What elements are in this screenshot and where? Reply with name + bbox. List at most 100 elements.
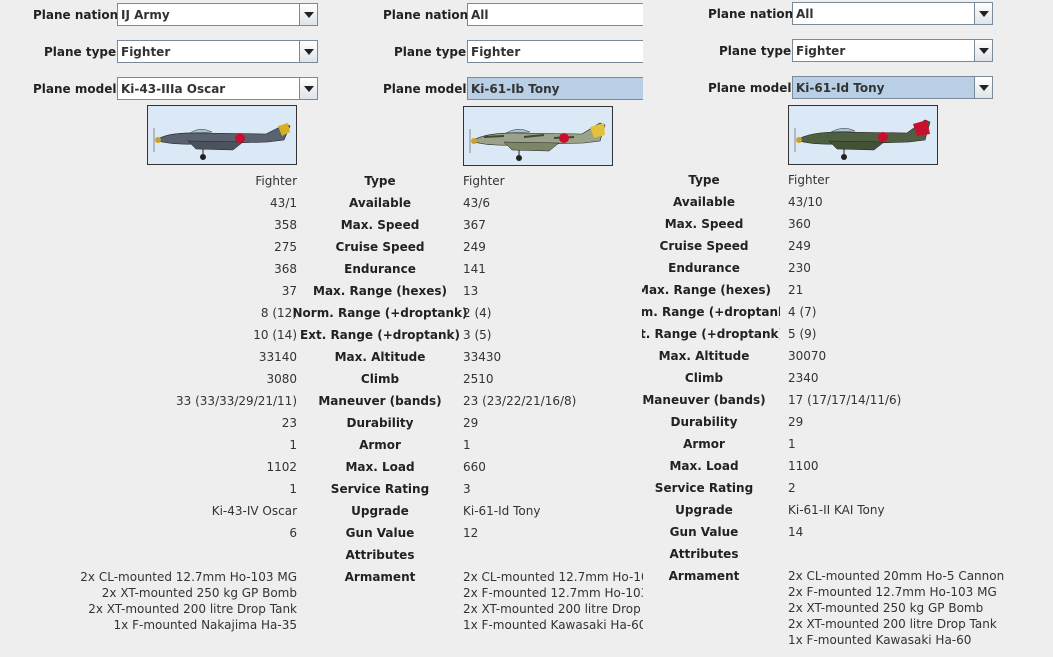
stat-value: 33430 bbox=[463, 350, 502, 364]
stat-value: 5 (9) bbox=[788, 327, 817, 341]
stat-value: 43/10 bbox=[788, 195, 823, 209]
armament-item: 2x CL-mounted 12.7mm Ho-103 MG bbox=[463, 570, 643, 584]
stat-label: Armament bbox=[668, 569, 740, 583]
stat-value: 1 bbox=[788, 437, 796, 451]
chevron-down-icon[interactable] bbox=[299, 78, 317, 99]
stat-label: Available bbox=[349, 196, 411, 210]
stat-value: 2510 bbox=[463, 372, 494, 386]
plane-nation-select-1[interactable]: IJ Army bbox=[117, 3, 318, 26]
armament-item: 2x CL-mounted 20mm Ho-5 Cannon bbox=[788, 569, 1005, 583]
stat-label: Max. Altitude bbox=[334, 350, 426, 364]
chevron-down-icon[interactable] bbox=[974, 40, 992, 61]
armament-item: 1x F-mounted Nakajima Ha-35 bbox=[113, 618, 297, 632]
stat-label: Max. Load bbox=[345, 460, 415, 474]
stat-value: 29 bbox=[463, 416, 479, 430]
stat-value: 29 bbox=[788, 415, 804, 429]
stat-label: Max. Speed bbox=[340, 218, 420, 232]
plane-type-select-1[interactable]: Fighter bbox=[117, 40, 318, 63]
chevron-down-icon[interactable] bbox=[974, 3, 992, 24]
stat-label: Norm. Range (+droptank) bbox=[642, 305, 780, 319]
stat-label: Durability bbox=[670, 415, 738, 429]
fighter-plane-icon bbox=[148, 106, 296, 164]
plane-model-value: Ki-43-IIIa Oscar bbox=[121, 82, 226, 96]
stat-value: 2340 bbox=[788, 371, 819, 385]
stat-label: Cruise Speed bbox=[659, 239, 749, 253]
plane-image-1 bbox=[147, 105, 297, 165]
stat-label: Armor bbox=[359, 438, 401, 452]
plane-model-select-3[interactable]: Ki-61-Id Tony bbox=[792, 76, 993, 99]
plane-type-label: Plane type: bbox=[44, 45, 121, 59]
stat-value: 43/6 bbox=[463, 196, 490, 210]
armament-item: 2x XT-mounted 250 kg GP Bomb bbox=[788, 601, 984, 615]
stat-value: 230 bbox=[788, 261, 811, 275]
chevron-down-icon[interactable] bbox=[299, 41, 317, 62]
stat-value: 2 bbox=[788, 481, 796, 495]
stat-label: Maneuver (bands) bbox=[318, 394, 442, 408]
fighter-plane-icon bbox=[464, 107, 612, 165]
stat-value: Fighter bbox=[463, 174, 505, 188]
stat-value: 1100 bbox=[788, 459, 819, 473]
plane-type-value: Fighter bbox=[796, 44, 846, 58]
plane-model-select-1[interactable]: Ki-43-IIIa Oscar bbox=[117, 77, 318, 100]
stat-value: 660 bbox=[463, 460, 486, 474]
stat-value: 23 (23/22/21/16/8) bbox=[463, 394, 577, 408]
plane-nation-value: IJ Army bbox=[121, 8, 170, 22]
stat-value: 141 bbox=[463, 262, 486, 276]
stat-value: Ki-43-IV Oscar bbox=[211, 504, 297, 518]
plane-nation-value: All bbox=[471, 8, 489, 22]
chevron-down-icon[interactable] bbox=[299, 4, 317, 25]
stat-value: 17 (17/17/14/11/6) bbox=[788, 393, 902, 407]
plane-type-value: Fighter bbox=[121, 45, 171, 59]
plane-type-select-2[interactable]: Fighter bbox=[467, 40, 643, 63]
plane-model-select-2[interactable]: Ki-61-Ib Tony bbox=[467, 77, 643, 100]
plane-model-value: Ki-61-Ib Tony bbox=[471, 82, 560, 96]
stat-label: Maneuver (bands) bbox=[642, 393, 766, 407]
stat-label: Climb bbox=[360, 372, 400, 386]
plane-type-select-3[interactable]: Fighter bbox=[792, 39, 993, 62]
stat-label: Armor bbox=[683, 437, 725, 451]
stat-label: Upgrade bbox=[351, 504, 409, 518]
stat-value: 13 bbox=[463, 284, 479, 298]
stat-label: Cruise Speed bbox=[335, 240, 425, 254]
stat-label: Norm. Range (+droptank) bbox=[292, 306, 468, 320]
stat-label: Durability bbox=[346, 416, 414, 430]
stat-value: 249 bbox=[788, 239, 811, 253]
plane-image-3 bbox=[788, 105, 938, 165]
stat-label: Gun Value bbox=[345, 526, 415, 540]
armament-item: 2x XT-mounted 200 litre Drop Tank bbox=[788, 617, 997, 631]
plane-nation-select-3[interactable]: All bbox=[792, 2, 993, 25]
stat-label: Climb bbox=[684, 371, 724, 385]
fighter-plane-icon bbox=[789, 106, 937, 164]
plane-nation-label: Plane nation: bbox=[33, 8, 123, 22]
stat-value: 30070 bbox=[788, 349, 827, 363]
stat-value: 33 (33/33/29/21/11) bbox=[176, 394, 297, 408]
plane-image-2 bbox=[463, 106, 613, 166]
stat-label: Upgrade bbox=[675, 503, 733, 517]
stat-label: Attributes bbox=[669, 547, 739, 561]
stat-value: 14 bbox=[788, 525, 804, 539]
armament-item: 2x XT-mounted 200 litre Drop Tank bbox=[88, 602, 297, 616]
stat-label: Max. Load bbox=[669, 459, 739, 473]
armament-item: 2x F-mounted 12.7mm Ho-103 MG bbox=[463, 586, 643, 600]
armament-item: 2x XT-mounted 250 kg GP Bomb bbox=[101, 586, 297, 600]
stat-label: Service Rating bbox=[330, 482, 430, 496]
chevron-down-icon[interactable] bbox=[974, 77, 992, 98]
stat-label: Max. Speed bbox=[664, 217, 744, 231]
stat-label: Max. Range (hexes) bbox=[313, 284, 447, 298]
stat-value: 360 bbox=[788, 217, 811, 231]
armament-item: 2x CL-mounted 12.7mm Ho-103 MG bbox=[80, 570, 297, 584]
stat-value: 3 bbox=[463, 482, 471, 496]
stat-value: 367 bbox=[463, 218, 486, 232]
stat-label: Endurance bbox=[668, 261, 740, 275]
plane-model-value: Ki-61-Id Tony bbox=[796, 81, 885, 95]
stat-label: Available bbox=[673, 195, 735, 209]
armament-item: 2x XT-mounted 200 litre Drop Tank bbox=[463, 602, 643, 616]
plane-nation-select-2[interactable]: All bbox=[467, 3, 643, 26]
middle-panel: All Fighter Ki-61-Ib Tony Fighter 43/6 367… bbox=[455, 0, 643, 657]
plane-model-label: Plane model: bbox=[33, 82, 122, 96]
stat-value: Fighter bbox=[788, 173, 830, 187]
stat-label: Max. Range (hexes) bbox=[642, 283, 771, 297]
stat-value: 12 bbox=[463, 526, 479, 540]
stat-value: 4 (7) bbox=[788, 305, 817, 319]
stat-label: Endurance bbox=[344, 262, 416, 276]
